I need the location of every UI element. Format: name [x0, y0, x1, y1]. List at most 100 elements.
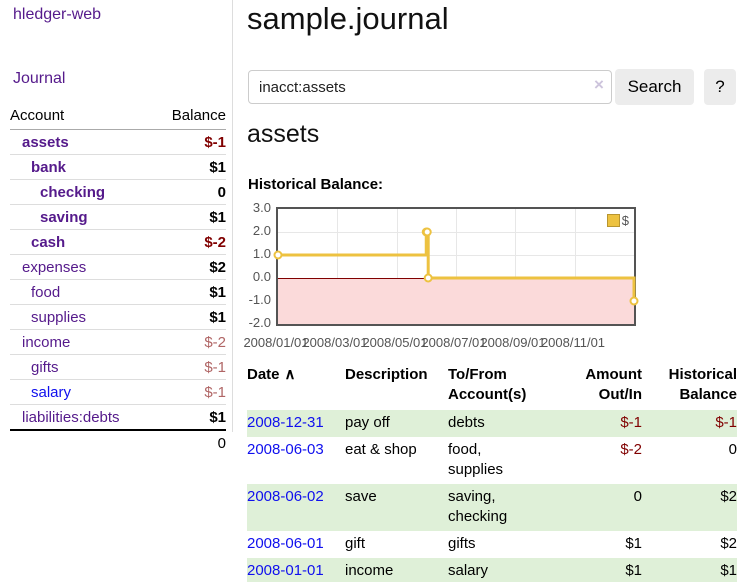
account-link-bank[interactable]: bank — [31, 159, 66, 176]
transaction-description: gift — [345, 531, 448, 558]
transaction-accounts: salary — [448, 558, 540, 582]
register-header-description: Description — [345, 363, 448, 410]
account-link-liabilities-debts[interactable]: liabilities:debts — [22, 409, 120, 426]
account-link-salary[interactable]: salary — [31, 384, 71, 401]
search-input[interactable] — [248, 70, 612, 104]
transaction-date-link[interactable]: 2008-12-31 — [247, 414, 324, 431]
register-header-balance: Historical Balance — [642, 363, 737, 410]
transaction-accounts: debts — [448, 410, 540, 437]
transaction-date-link[interactable]: 2008-01-01 — [247, 562, 324, 579]
transaction-amount: $1 — [540, 558, 642, 582]
balance-line-svg — [278, 209, 634, 324]
transaction-description: eat & shop — [345, 437, 448, 484]
transaction-date-link[interactable]: 2008-06-02 — [247, 488, 324, 505]
account-balance: $1 — [154, 155, 226, 180]
chart-plot-area[interactable]: $ — [276, 207, 636, 326]
legend-label: $ — [622, 213, 629, 228]
account-balance: 0 — [154, 180, 226, 205]
register-account-heading: assets — [247, 114, 319, 154]
transaction-amount: $1 — [540, 531, 642, 558]
data-point — [631, 298, 638, 305]
transaction-balance: $2 — [642, 484, 737, 531]
accounts-header-account: Account — [10, 104, 154, 130]
account-link-saving[interactable]: saving — [40, 209, 88, 226]
account-link-cash[interactable]: cash — [31, 234, 65, 251]
register-table-header: Date ∧ Description To/From Account(s) Amo… — [247, 363, 737, 410]
account-balance: $1 — [154, 205, 226, 230]
transaction-amount: 0 — [540, 484, 642, 531]
sidebar-item-journal[interactable]: Journal — [13, 70, 65, 88]
account-row-checking: checking 0 — [10, 180, 226, 205]
register-row[interactable]: 2008-01-01 income salary $1 $1 — [247, 558, 737, 582]
account-row-assets: assets $-1 — [10, 130, 226, 155]
account-row-food: food $1 — [10, 280, 226, 305]
chart-legend: $ — [605, 212, 631, 229]
register-row[interactable]: 2008-06-02 save saving, checking 0 $2 — [247, 484, 737, 531]
spacer — [10, 430, 154, 456]
account-link-supplies[interactable]: supplies — [31, 309, 86, 326]
transaction-amount: $-1 — [540, 410, 642, 437]
transaction-balance: $1 — [642, 558, 737, 582]
account-link-checking[interactable]: checking — [40, 184, 105, 201]
accounts-table: Account Balance assets $-1 bank $1 check… — [10, 104, 226, 456]
account-row-bank: bank $1 — [10, 155, 226, 180]
account-link-expenses[interactable]: expenses — [22, 259, 86, 276]
x-axis-tick: 2008/11/01 — [533, 335, 613, 350]
transaction-balance: $2 — [642, 531, 737, 558]
sidebar: hledger-web Journal Account Balance asse… — [0, 0, 233, 432]
register-row[interactable]: 2008-12-31 pay off debts $-1 $-1 — [247, 410, 737, 437]
search-button[interactable]: Search — [615, 69, 694, 105]
transaction-amount: $-2 — [540, 437, 642, 484]
register-header-date[interactable]: Date ∧ — [247, 363, 345, 410]
account-row-cash: cash $-2 — [10, 230, 226, 255]
accounts-total-balance: 0 — [154, 430, 226, 456]
transaction-date-link[interactable]: 2008-06-01 — [247, 535, 324, 552]
account-link-gifts[interactable]: gifts — [31, 359, 59, 376]
clear-search-icon[interactable]: × — [590, 75, 608, 95]
account-balance: $1 — [154, 305, 226, 330]
accounts-table-header: Account Balance — [10, 104, 226, 130]
account-link-assets[interactable]: assets — [22, 134, 69, 151]
account-balance: $1 — [154, 405, 226, 431]
transaction-description: income — [345, 558, 448, 582]
accounts-header-balance: Balance — [154, 104, 226, 130]
account-row-income: income $-2 — [10, 330, 226, 355]
sort-ascending-icon: ∧ — [285, 366, 296, 383]
register-table: Date ∧ Description To/From Account(s) Amo… — [247, 363, 737, 582]
app-title-link[interactable]: hledger-web — [13, 6, 101, 24]
help-button[interactable]: ? — [704, 69, 736, 105]
account-balance: $-2 — [154, 330, 226, 355]
accounts-total-row: 0 — [10, 430, 226, 456]
transaction-description: pay off — [345, 410, 448, 437]
account-row-gifts: gifts $-1 — [10, 355, 226, 380]
page-title: sample.journal — [247, 0, 449, 41]
account-balance: $-2 — [154, 230, 226, 255]
account-row-expenses: expenses $2 — [10, 255, 226, 280]
register-header-amount: Amount Out/In — [540, 363, 642, 410]
transaction-accounts: food, supplies — [448, 437, 540, 484]
account-balance: $2 — [154, 255, 226, 280]
transaction-accounts: gifts — [448, 531, 540, 558]
register-header-date-label: Date — [247, 366, 280, 383]
transaction-date-link[interactable]: 2008-06-03 — [247, 441, 324, 458]
data-point — [425, 275, 432, 282]
transaction-balance: $-1 — [642, 410, 737, 437]
register-row[interactable]: 2008-06-01 gift gifts $1 $2 — [247, 531, 737, 558]
register-header-accounts: To/From Account(s) — [448, 363, 540, 410]
data-point — [275, 252, 282, 259]
transaction-description: save — [345, 484, 448, 531]
transaction-balance: 0 — [642, 437, 737, 484]
account-balance: $-1 — [154, 130, 226, 155]
transaction-accounts: saving, checking — [448, 484, 540, 531]
y-axis-tick: 2.0 — [240, 223, 271, 238]
register-row[interactable]: 2008-06-03 eat & shop food, supplies $-2… — [247, 437, 737, 484]
y-axis-tick: 0.0 — [240, 269, 271, 284]
chart-title: Historical Balance: — [248, 176, 383, 193]
historical-balance-chart: 3.0 2.0 1.0 0.0 -1.0 -2.0 $ 2008/01/01 2… — [240, 195, 742, 351]
data-point — [424, 229, 431, 236]
y-axis-tick: -2.0 — [240, 315, 271, 330]
y-axis-tick: -1.0 — [240, 292, 271, 307]
account-link-food[interactable]: food — [31, 284, 60, 301]
account-link-income[interactable]: income — [22, 334, 70, 351]
y-axis-tick: 1.0 — [240, 246, 271, 261]
